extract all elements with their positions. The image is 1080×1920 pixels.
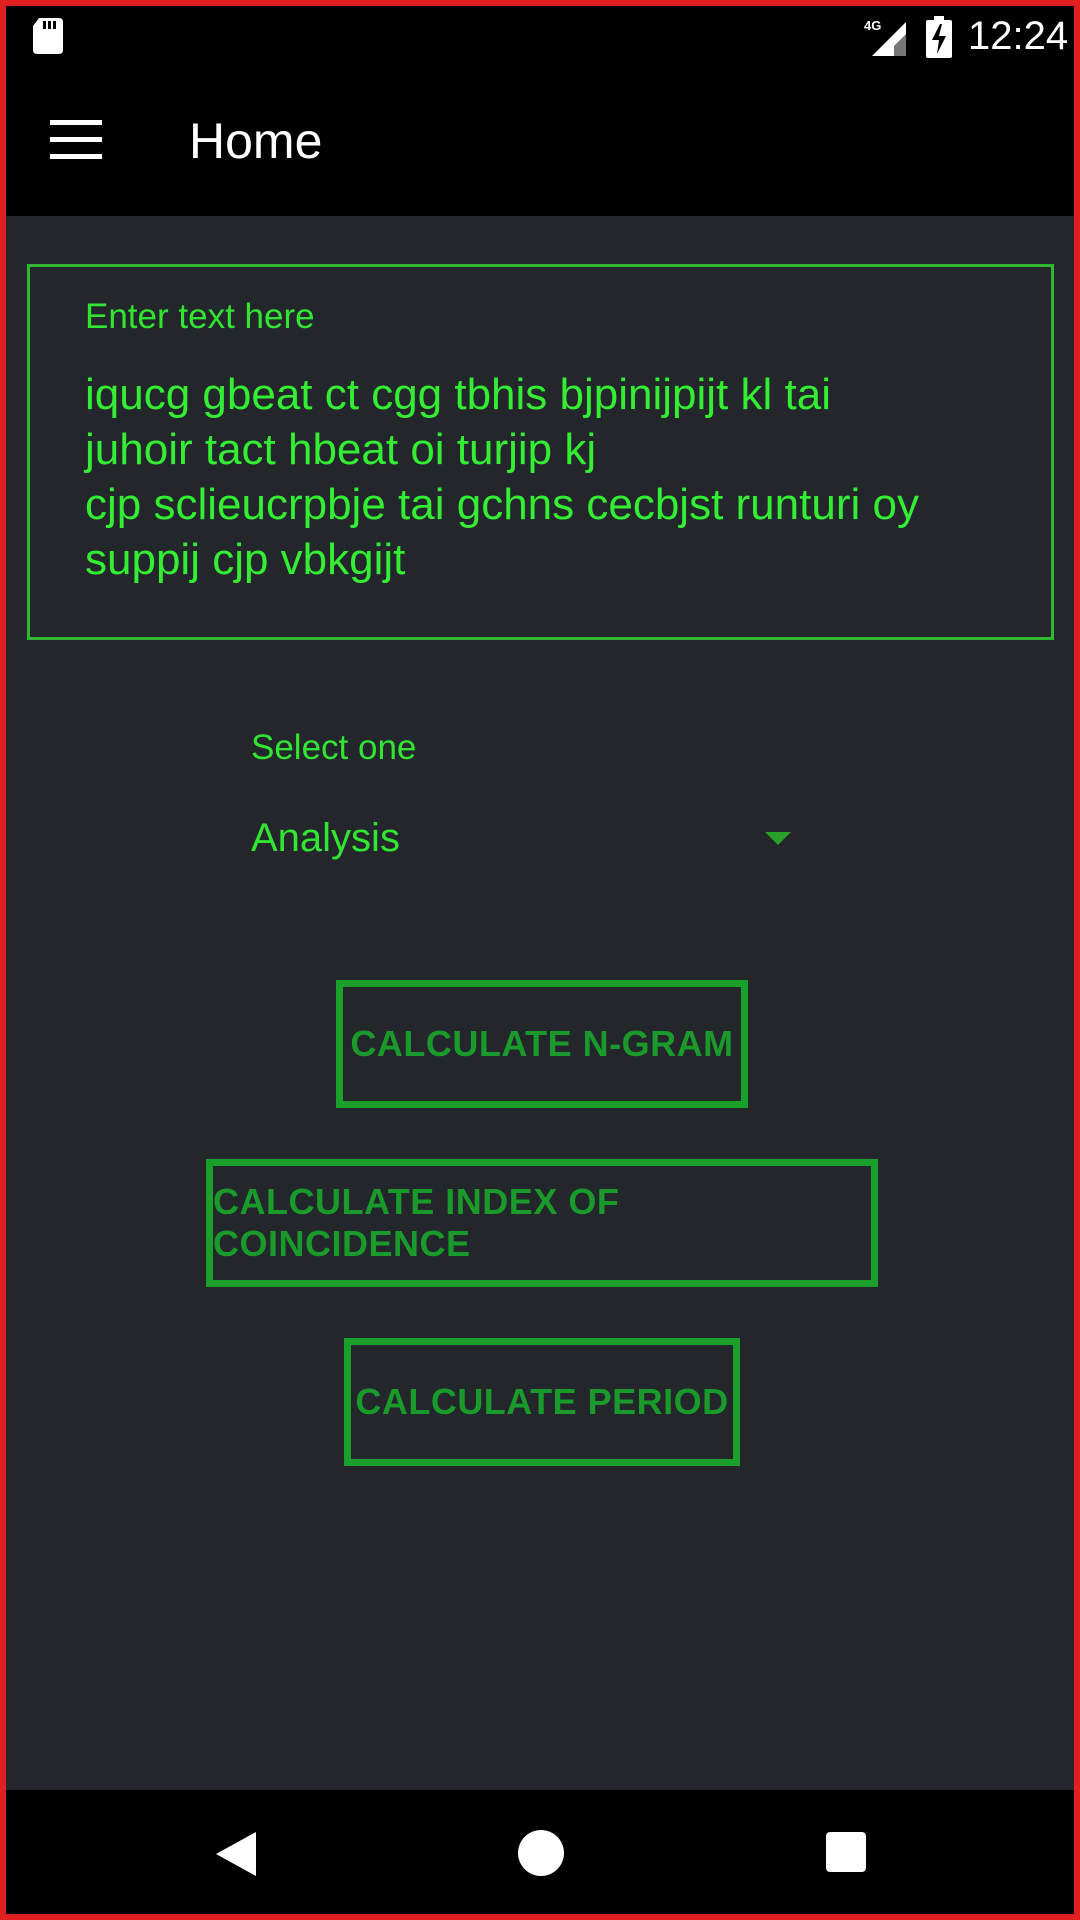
text-input-label: Enter text here [85,297,315,336]
signal-icon: 4G [864,18,906,56]
page-title: Home [189,113,323,169]
status-bar: 4G 12:24 [6,6,1074,70]
sd-card-icon [33,18,63,54]
home-icon[interactable] [518,1830,564,1876]
calculate-ngram-button[interactable]: CALCULATE N-GRAM [336,980,748,1108]
calculate-index-of-coincidence-button[interactable]: CALCULATE INDEX OF COINCIDENCE [206,1159,878,1287]
status-time: 12:24 [968,14,1069,58]
recents-icon[interactable] [826,1832,866,1872]
app-bar: Home [6,70,1074,216]
menu-icon[interactable] [50,120,102,160]
chevron-down-icon[interactable] [765,832,791,845]
text-input-value[interactable]: iqucg gbeat ct cgg tbhis bjpinijpijt kl … [85,367,1005,587]
app-screen: 4G 12:24 Home Enter text here iqucg gbea… [0,0,1080,1920]
calculate-period-button[interactable]: CALCULATE PERIOD [344,1338,740,1466]
battery-charging-icon [926,16,952,58]
select-label: Select one [251,728,417,767]
analysis-select[interactable]: Analysis [251,808,791,878]
select-value: Analysis [251,816,400,860]
text-input-field[interactable]: Enter text here iqucg gbeat ct cgg tbhis… [27,264,1054,640]
network-type-label: 4G [864,18,881,33]
navigation-bar [6,1790,1074,1914]
back-icon[interactable] [216,1832,256,1876]
